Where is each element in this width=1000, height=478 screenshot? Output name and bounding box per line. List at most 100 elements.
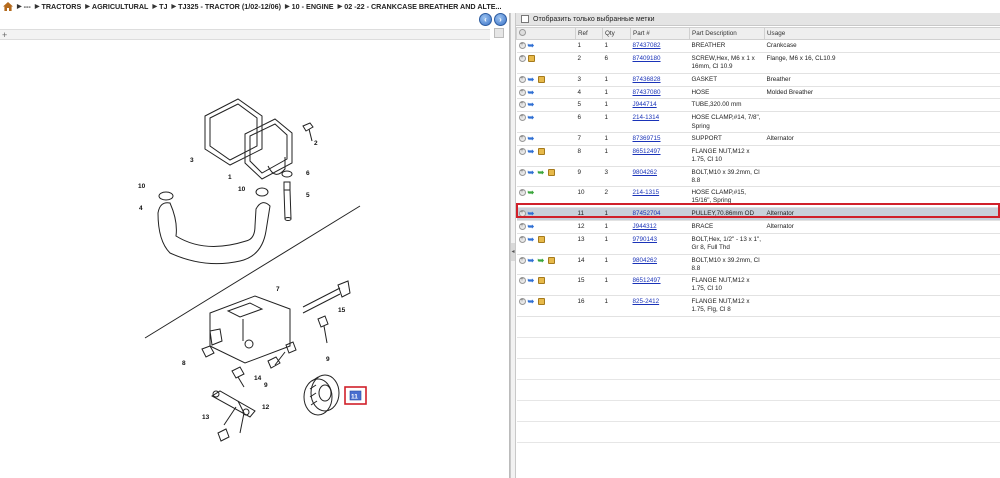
arrow-blue-icon[interactable]: ➥ xyxy=(528,209,536,217)
part-number-link[interactable]: 9804262 xyxy=(633,169,658,176)
part-number-link[interactable]: J944312 xyxy=(633,223,657,230)
scrollbar-up[interactable] xyxy=(494,28,504,38)
add-to-cart-icon[interactable]: + xyxy=(518,168,526,176)
box-icon[interactable] xyxy=(527,54,535,62)
add-to-cart-icon[interactable]: + xyxy=(518,75,526,83)
cell-part-number[interactable]: 9804262 xyxy=(630,166,690,187)
add-to-cart-icon[interactable]: + xyxy=(518,276,526,284)
header-qty[interactable]: Qty xyxy=(602,27,631,40)
home-icon[interactable] xyxy=(3,2,13,11)
cell-part-number[interactable]: 9790143 xyxy=(630,233,690,255)
arrow-blue-icon[interactable]: ➥ xyxy=(528,101,536,109)
cell-part-number[interactable]: 86512497 xyxy=(630,274,690,296)
part-number-link[interactable]: 214-1314 xyxy=(633,114,660,121)
table-row[interactable]: + ➥ 15 1 86512497 FLANGE NUT,M12 x 1.75, Cl 1… xyxy=(516,274,1000,296)
arrow-left-icon[interactable]: ‹ xyxy=(479,13,492,26)
cell-part-number[interactable]: 87409180 xyxy=(630,52,690,74)
breadcrumb-item[interactable]: ▶ TJ325 - TRACTOR (1/02-12/06) xyxy=(171,2,281,11)
cell-part-number[interactable]: 86512497 xyxy=(630,145,690,167)
breadcrumb-item[interactable]: ▶ 10 - ENGINE xyxy=(285,2,334,11)
breadcrumb-item[interactable]: ▶ AGRICULTURAL xyxy=(85,2,148,11)
add-to-cart-icon[interactable]: + xyxy=(518,135,526,143)
table-row[interactable]: + ➥ 16 1 825-2412 FLANGE NUT,M12 x 1.75, Flg,… xyxy=(516,295,1000,317)
add-to-cart-icon[interactable]: + xyxy=(518,101,526,109)
cell-part-number[interactable]: 87437080 xyxy=(630,86,690,100)
callout-13[interactable]: 13 xyxy=(202,414,210,421)
part-number-link[interactable]: 87437082 xyxy=(633,42,661,49)
part-number-link[interactable]: 9804262 xyxy=(633,257,658,264)
callout-4[interactable]: 4 xyxy=(139,205,143,212)
cell-part-number[interactable]: 87437082 xyxy=(630,39,690,53)
callout-2[interactable]: 2 xyxy=(314,140,318,147)
callout-5[interactable]: 5 xyxy=(306,192,310,199)
add-to-cart-icon[interactable]: + xyxy=(518,222,526,230)
header-part-number[interactable]: Part # xyxy=(630,27,690,40)
add-to-cart-icon[interactable]: + xyxy=(518,88,526,96)
box-icon[interactable] xyxy=(537,75,545,83)
table-row[interactable]: + ➥ 10 2 214-1315 HOSE CLAMP,#15, 15/16", Spr… xyxy=(516,186,1000,208)
add-to-cart-icon[interactable]: + xyxy=(518,209,526,217)
breadcrumb-link[interactable]: 10 - ENGINE xyxy=(292,2,334,11)
part-number-link[interactable]: J944714 xyxy=(633,101,657,108)
box-icon[interactable] xyxy=(547,168,555,176)
show-selected-only-checkbox[interactable] xyxy=(521,15,529,23)
arrow-blue-icon[interactable]: ➥ xyxy=(528,168,536,176)
cell-part-number[interactable]: 214-1315 xyxy=(630,186,690,208)
cell-part-number[interactable]: 825-2412 xyxy=(630,295,690,317)
callout-10b[interactable]: 10 xyxy=(238,186,246,193)
add-to-cart-icon[interactable]: + xyxy=(518,235,526,243)
add-to-cart-icon[interactable]: + xyxy=(518,42,526,49)
breadcrumb-link[interactable]: --- xyxy=(24,2,31,11)
cell-part-number[interactable]: J944312 xyxy=(630,220,690,234)
header-actions[interactable] xyxy=(516,27,576,40)
callout-11[interactable]: 11 xyxy=(351,394,358,401)
arrow-blue-icon[interactable]: ➥ xyxy=(528,75,536,83)
table-row[interactable]: + ➥ 5 1 J944714 TUBE,320.00 mm xyxy=(516,98,1000,113)
table-row[interactable]: + ➥ 12 1 J944312 BRACE Alternator xyxy=(516,220,1000,234)
callout-10[interactable]: 10 xyxy=(138,183,146,190)
table-row[interactable]: + ➥ ➥ 14 1 9804262 BOLT,M10 x 39.2mm, Cl 8.8 xyxy=(516,254,1000,275)
box-icon[interactable] xyxy=(537,276,545,284)
arrow-blue-icon[interactable]: ➥ xyxy=(528,256,536,264)
table-row[interactable]: + ➥ 8 1 86512497 FLANGE NUT,M12 x 1.75, Cl 10 xyxy=(516,145,1000,167)
arrow-green-icon[interactable]: ➥ xyxy=(528,188,536,196)
arrow-blue-icon[interactable]: ➥ xyxy=(528,135,536,143)
part-number-link[interactable]: 87409180 xyxy=(633,55,661,62)
box-icon[interactable] xyxy=(537,235,545,243)
callout-1[interactable]: 1 xyxy=(228,174,232,181)
arrow-blue-icon[interactable]: ➥ xyxy=(528,276,536,284)
breadcrumb-link[interactable]: TJ325 - TRACTOR (1/02-12/06) xyxy=(178,2,281,11)
table-row[interactable]: + ➥ ➥ 9 3 9804262 BOLT,M10 x 39.2mm, Cl 8.8 xyxy=(516,166,1000,187)
header-ref[interactable]: Ref xyxy=(575,27,603,40)
breadcrumb-link[interactable]: TRACTORS xyxy=(41,2,81,11)
table-row[interactable]: + ➥ 1 1 87437082 BREATHER Crankcase xyxy=(516,39,1000,53)
part-number-link[interactable]: 214-1315 xyxy=(633,189,660,196)
callout-14[interactable]: 14 xyxy=(254,375,262,382)
box-icon[interactable] xyxy=(537,147,545,155)
part-number-link[interactable]: 825-2412 xyxy=(633,298,660,305)
header-usage[interactable]: Usage xyxy=(764,27,1000,40)
table-row[interactable]: + ➥ 3 1 87436828 GASKET Breather xyxy=(516,73,1000,87)
table-row[interactable]: +2 6 87409180 SCREW,Hex, M6 x 1 x 16mm, Cl … xyxy=(516,52,1000,74)
part-number-link[interactable]: 87452704 xyxy=(633,210,661,217)
arrow-blue-icon[interactable]: ➥ xyxy=(528,88,536,96)
table-row[interactable]: + ➥ 13 1 9790143 BOLT,Hex, 1/2" - 13 x 1", Gr… xyxy=(516,233,1000,255)
table-row[interactable]: + ➥ 4 1 87437080 HOSE Molded Breather xyxy=(516,86,1000,100)
part-number-link[interactable]: 87436828 xyxy=(633,76,661,83)
add-to-cart-icon[interactable]: + xyxy=(518,114,526,122)
part-number-link[interactable]: 86512497 xyxy=(633,148,661,155)
cell-part-number[interactable]: 9804262 xyxy=(630,254,690,275)
callout-7[interactable]: 7 xyxy=(276,286,280,293)
breadcrumb-item[interactable]: ▶ TRACTORS xyxy=(35,2,81,11)
cell-part-number[interactable]: 87436828 xyxy=(630,73,690,87)
add-to-cart-icon[interactable]: + xyxy=(518,256,526,264)
arrow-blue-icon[interactable]: ➥ xyxy=(528,147,536,155)
cell-part-number[interactable]: 87452704 xyxy=(630,207,690,221)
callout-12[interactable]: 12 xyxy=(262,404,270,411)
table-row[interactable]: + ➥ 6 1 214-1314 HOSE CLAMP,#14, 7/8", Spring xyxy=(516,111,1000,134)
part-number-link[interactable]: 86512497 xyxy=(633,277,661,284)
gear-icon[interactable] xyxy=(519,29,526,36)
part-number-link[interactable]: 87437080 xyxy=(633,89,661,96)
breadcrumb-item[interactable]: ▶ TJ xyxy=(152,2,167,11)
breadcrumb-link[interactable]: TJ xyxy=(159,2,167,11)
